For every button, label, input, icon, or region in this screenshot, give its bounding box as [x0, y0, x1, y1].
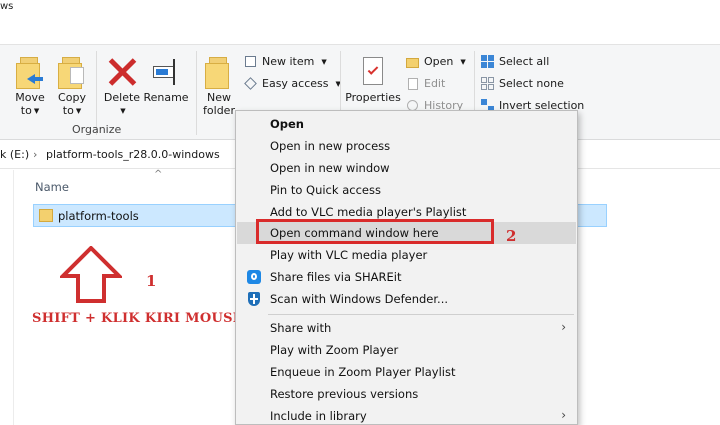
- edit-icon: [406, 77, 419, 90]
- dropdown-caret-icon: ▼: [75, 107, 82, 115]
- delete-button[interactable]: Delete ▼: [102, 57, 142, 118]
- breadcrumb-chevron-icon: ›: [33, 148, 38, 161]
- copy-to-label-2: to: [62, 104, 74, 117]
- organize-group-label: Organize: [72, 123, 122, 136]
- menu-item-scan-defender[interactable]: Scan with Windows Defender...: [237, 288, 576, 310]
- new-item-label: New item: [262, 55, 315, 68]
- dropdown-caret-icon: ▼: [460, 57, 466, 66]
- rename-icon: [151, 57, 181, 87]
- properties-label: Properties: [345, 91, 401, 104]
- menu-item-open[interactable]: Open: [237, 113, 576, 135]
- move-to-button[interactable]: Move to ▼: [12, 57, 48, 118]
- annotation-step-1: 1: [146, 272, 157, 290]
- select-all-label: Select all: [499, 55, 550, 68]
- title-bar: ws: [0, 0, 720, 28]
- rename-label: Rename: [143, 91, 189, 104]
- menu-item-share-shareit[interactable]: Share files via SHAREit: [237, 266, 576, 288]
- dropdown-caret-icon: ▼: [321, 57, 327, 66]
- context-menu: Open Open in new process Open in new win…: [235, 110, 578, 425]
- annotation-instruction: SHIFT + KLIK KIRI MOUSE: [32, 311, 243, 326]
- menu-item-share-with[interactable]: Share with ›: [237, 317, 576, 339]
- move-to-label: Move: [15, 91, 45, 104]
- file-name: platform-tools: [58, 209, 139, 223]
- breadcrumb-drive[interactable]: k (E:): [0, 148, 29, 161]
- menu-item-enqueue-zoom[interactable]: Enqueue in Zoom Player Playlist: [237, 361, 576, 383]
- submenu-chevron-icon: ›: [561, 320, 566, 334]
- edit-button[interactable]: Edit: [406, 77, 445, 90]
- select-none-label: Select none: [499, 77, 564, 90]
- new-folder-button[interactable]: New folder: [202, 57, 236, 117]
- menu-item-include-library[interactable]: Include in library ›: [237, 405, 576, 425]
- annotation-highlight-box: [256, 219, 494, 244]
- copy-to-button[interactable]: Copy to ▼: [54, 57, 90, 118]
- move-folder-icon: [16, 57, 44, 89]
- new-item-button[interactable]: New item ▼: [244, 55, 327, 68]
- open-button[interactable]: Open ▼: [406, 55, 466, 68]
- menu-item-open-new-window[interactable]: Open in new window: [237, 157, 576, 179]
- menu-item-restore-versions[interactable]: Restore previous versions: [237, 383, 576, 405]
- menu-separator: [268, 314, 574, 315]
- open-folder-icon: [406, 55, 419, 68]
- annotation-step-2: 2: [506, 227, 517, 245]
- new-folder-label-2: folder: [203, 104, 235, 117]
- properties-button[interactable]: Properties: [345, 57, 401, 104]
- column-header-name[interactable]: Name: [35, 180, 69, 194]
- new-folder-label: New: [207, 91, 231, 104]
- select-all-icon: [481, 55, 494, 68]
- copy-paper-icon: [70, 67, 84, 84]
- properties-icon: [360, 57, 386, 87]
- breadcrumb-folder[interactable]: platform-tools_r28.0.0-windows: [46, 148, 220, 161]
- windows-defender-icon: [246, 291, 262, 307]
- folder-icon: [39, 209, 53, 222]
- copy-folder-icon: [58, 57, 86, 89]
- open-label: Open: [424, 55, 454, 68]
- move-to-label-2: to: [20, 104, 32, 117]
- menu-item-play-zoom[interactable]: Play with Zoom Player: [237, 339, 576, 361]
- window-title: ws: [0, 1, 14, 12]
- navigation-pane[interactable]: [0, 170, 14, 425]
- rename-button[interactable]: Rename: [143, 57, 189, 104]
- delete-x-icon: [107, 57, 137, 87]
- menu-item-play-vlc[interactable]: Play with VLC media player: [237, 244, 576, 266]
- dropdown-caret-icon: ▼: [33, 107, 40, 115]
- select-all-button[interactable]: Select all: [481, 55, 549, 68]
- copy-to-label: Copy: [58, 91, 86, 104]
- annotation-up-arrow-icon: [60, 246, 122, 303]
- easy-access-icon: [244, 77, 257, 90]
- ribbon-separator: [196, 51, 197, 135]
- shareit-icon: [246, 269, 262, 285]
- easy-access-button[interactable]: Easy access ▼: [244, 77, 341, 90]
- select-none-button[interactable]: Select none: [481, 77, 564, 90]
- sort-ascending-icon: ^: [154, 169, 163, 180]
- easy-access-label: Easy access: [262, 77, 329, 90]
- dropdown-caret-icon: ▼: [120, 107, 126, 115]
- edit-label: Edit: [424, 77, 446, 90]
- delete-label: Delete: [103, 91, 141, 104]
- submenu-chevron-icon: ›: [561, 408, 566, 422]
- menu-item-open-new-process[interactable]: Open in new process: [237, 135, 576, 157]
- new-item-icon: [244, 55, 257, 68]
- select-none-icon: [481, 77, 494, 90]
- new-folder-icon: [205, 57, 233, 89]
- menu-item-pin-quick-access[interactable]: Pin to Quick access: [237, 179, 576, 201]
